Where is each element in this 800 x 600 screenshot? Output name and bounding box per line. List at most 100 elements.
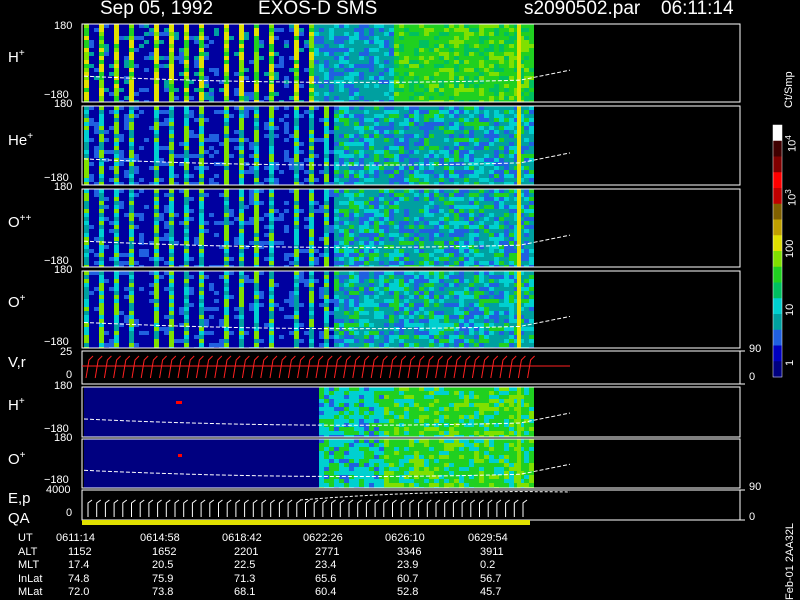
panel-label-h-plus-2: H+ [8, 396, 25, 414]
colorbar-swatch [773, 361, 782, 378]
ephemeris-cell: 74.8 [68, 572, 90, 585]
colorbar-unit: Ct/Smp [783, 71, 795, 108]
panel-label-o-plus-plus: O++ [8, 213, 32, 231]
colorbar-swatch [773, 329, 782, 346]
energy-trace [87, 499, 528, 517]
edge-stripe [517, 271, 521, 348]
colorbar-tick-label: 100 [784, 239, 796, 258]
ytick-bottom: 0 [66, 507, 73, 519]
colorbar-tick-label: 104 [784, 135, 799, 152]
ephemeris-cell: 45.7 [480, 586, 502, 598]
red-speck [176, 401, 182, 404]
ephemeris-cell: 23.9 [397, 559, 419, 571]
edge-stripe [517, 106, 521, 185]
ytick-top: 180 [54, 432, 73, 444]
right-ytick-bottom: 0 [749, 371, 756, 383]
ephemeris-row-label: ALT [18, 545, 38, 558]
ytick-top: 180 [54, 20, 73, 32]
spectrogram-panel [84, 189, 534, 267]
ephemeris-cell: 0622:26 [303, 532, 343, 544]
panel-label-qa: QA [8, 510, 30, 527]
ephemeris-row-label: UT [18, 532, 33, 544]
ephemeris-cell: 0629:54 [468, 532, 508, 544]
spectrogram-panel [84, 24, 534, 102]
plot-time: 06:11:14 [661, 0, 734, 19]
colorbar-swatch [773, 345, 782, 362]
ephemeris-cell: 17.4 [68, 559, 90, 571]
ytick-top: 180 [54, 181, 73, 193]
colorbar-swatch [773, 298, 782, 315]
colorbar-swatch [773, 219, 782, 236]
spectrogram-canvas [81, 23, 783, 525]
ephemeris-cell: 73.8 [152, 586, 174, 598]
panel-frame [81, 489, 741, 521]
colorbar-swatch [773, 251, 782, 268]
panel-label-o-plus-2: O+ [8, 450, 26, 468]
ephemeris-cell: 71.3 [234, 572, 256, 585]
ytick-top: 180 [54, 380, 73, 392]
panel-label-h-plus: H+ [8, 48, 25, 66]
spectrogram-panel [84, 439, 534, 488]
ytick-top: 25 [60, 346, 73, 358]
colorbar-swatch [773, 140, 782, 157]
ephemeris-cell: 75.9 [152, 572, 174, 585]
panel-label-he-plus: He+ [8, 131, 34, 149]
colorbar-tick-label: 1 [784, 359, 796, 366]
ephemeris-cell: 65.6 [315, 572, 337, 585]
panel-label-vr: V,r [8, 354, 26, 371]
spectrogram-panel [84, 387, 534, 437]
right-ytick-bottom: 0 [749, 511, 756, 523]
ephemeris-cell: 60.4 [315, 586, 337, 598]
velocity-trace [85, 355, 535, 379]
colorbar-swatch [773, 314, 782, 331]
ephemeris-cell: 22.5 [234, 559, 256, 571]
ephemeris-cell: 52.8 [397, 586, 419, 598]
colorbar-swatch [773, 266, 782, 283]
colorbar-swatch [773, 172, 782, 189]
right-ytick-top: 90 [749, 343, 762, 355]
panel-frame [81, 350, 741, 385]
ephemeris-cell: 1652 [152, 545, 177, 558]
ephemeris-cell: 23.4 [315, 559, 337, 571]
colorbar-tick-label: 103 [784, 189, 799, 206]
spectrogram-panel [84, 271, 534, 348]
ephemeris-row-label: MLat [18, 586, 43, 598]
ephemeris-cell: 3911 [480, 545, 504, 558]
colorbar-swatch [773, 188, 782, 205]
ephemeris-cell: 20.5 [152, 559, 174, 571]
colorbar-tick-label: 10 [784, 303, 796, 316]
colorbar-swatch [773, 125, 782, 142]
qa-bar [82, 520, 530, 525]
colorbar-swatch [773, 235, 782, 252]
ephemeris-cell: 0614:58 [140, 532, 180, 544]
ephemeris-cell: 2201 [234, 545, 259, 558]
ephemeris-cell: 0618:42 [222, 532, 262, 544]
edge-stripe [517, 387, 521, 437]
ephemeris-cell: 60.7 [397, 572, 419, 585]
panel-label-o-plus: O+ [8, 293, 26, 311]
edge-stripe [517, 24, 521, 102]
right-ytick-top: 90 [749, 481, 762, 493]
ephemeris-cell: 0.2 [480, 559, 496, 571]
ephemeris-cell: 0626:10 [385, 532, 425, 544]
footer-tag: Feb-01 2AA32L [784, 522, 796, 600]
ephemeris-row-label: MLT [18, 559, 40, 571]
ephemeris-cell: 72.0 [68, 586, 90, 598]
plot-date: Sep 05, 1992 [100, 0, 214, 19]
red-speck [178, 454, 182, 457]
exos-d-sms-plot: Sep 05, 1992 EXOS-D SMS s2090502.par 06:… [0, 0, 800, 600]
ephemeris-cell: 2771 [315, 545, 340, 558]
ytick-top: 180 [54, 264, 73, 276]
instrument-name: EXOS-D SMS [258, 0, 378, 19]
edge-stripe [517, 189, 521, 267]
energy-curve [299, 491, 571, 501]
ephemeris-cell: 56.7 [480, 572, 502, 585]
spectrogram-panel [84, 106, 534, 185]
colorbar-swatch [773, 156, 782, 173]
ytick-top: 4000 [46, 484, 71, 496]
ephemeris-cell: 3346 [397, 545, 422, 558]
file-name: s2090502.par [524, 0, 641, 19]
ephemeris-row-label: InLat [18, 572, 43, 585]
ephemeris-cell: 68.1 [234, 586, 256, 598]
ephemeris-cell: 0611:14 [56, 532, 95, 544]
